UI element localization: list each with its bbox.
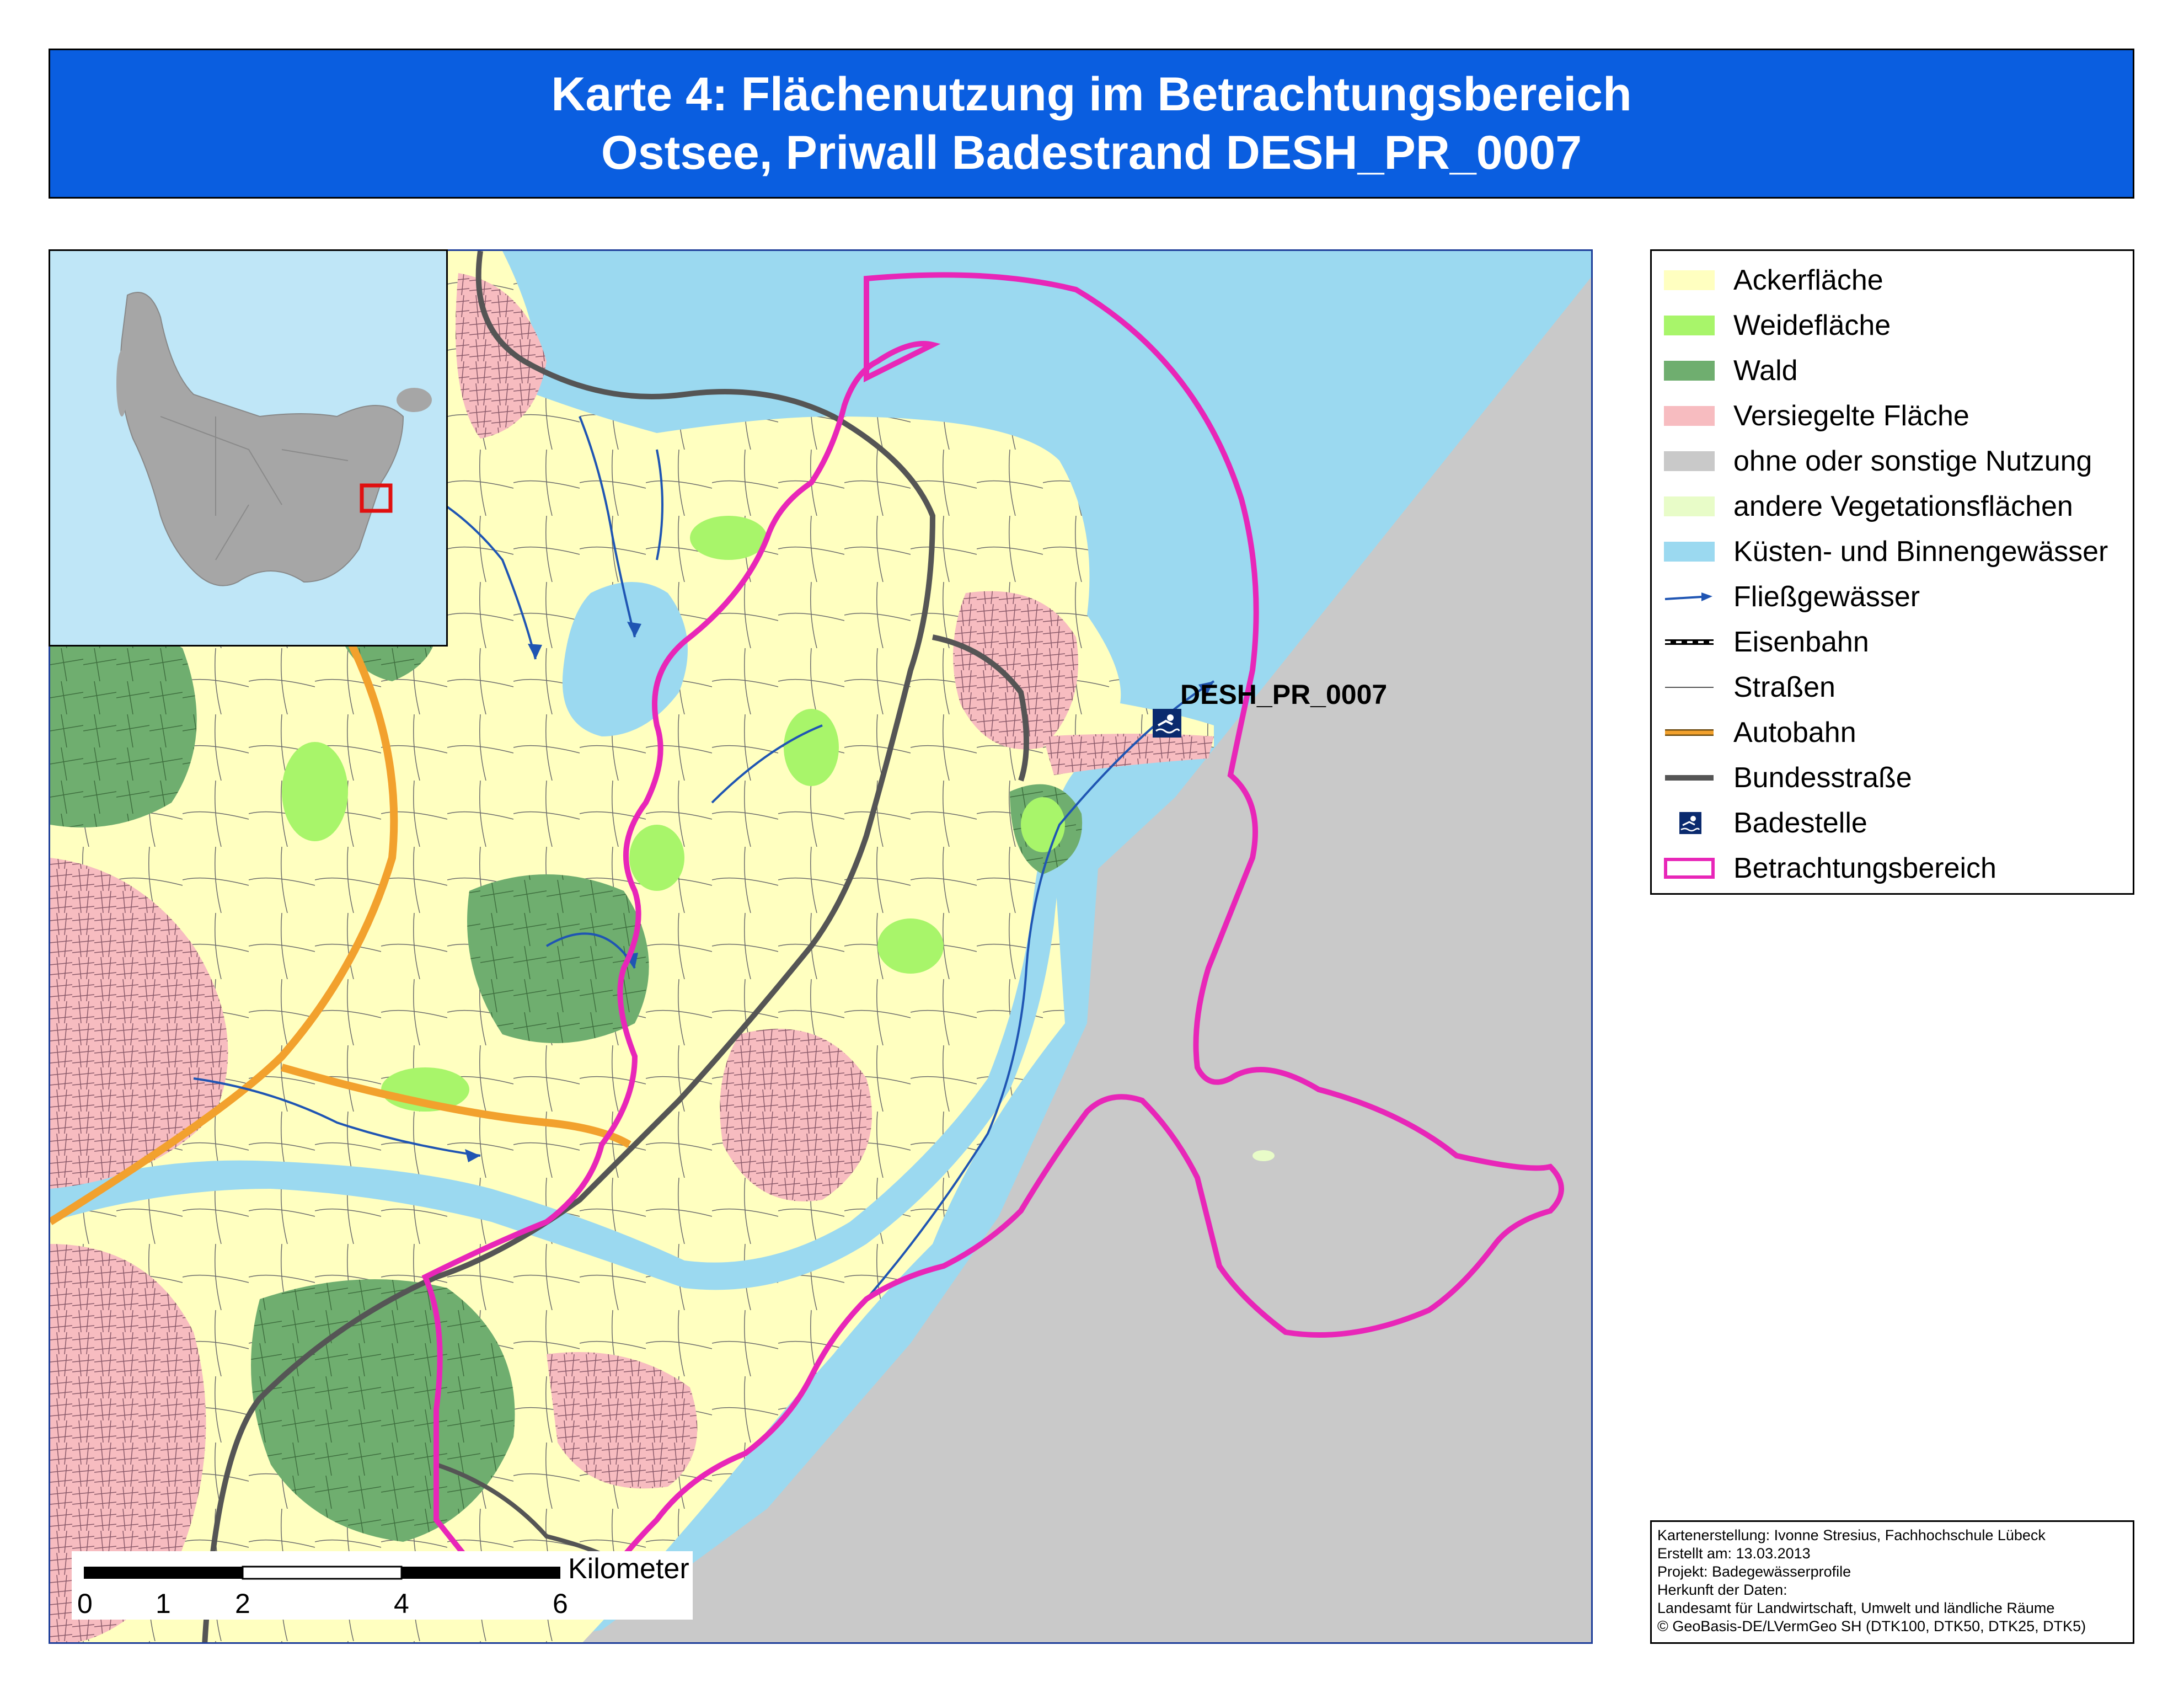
scale-unit-label: Kilometer bbox=[568, 1553, 689, 1585]
scale-tick-4: 4 bbox=[394, 1588, 409, 1619]
island-fehmarn bbox=[397, 388, 432, 412]
legend-label: Fließgewässer bbox=[1733, 581, 1920, 613]
overview-inset-map bbox=[49, 249, 448, 647]
small-island bbox=[1252, 1150, 1275, 1161]
legend-swatch-thin-line bbox=[1663, 675, 1716, 699]
legend-swatch-motorway bbox=[1663, 720, 1716, 745]
legend-label: Versiegelte Fläche bbox=[1733, 400, 1969, 432]
legend-label: Wald bbox=[1733, 355, 1798, 387]
legend-item: Autobahn bbox=[1663, 713, 1856, 752]
scale-tick-1: 1 bbox=[156, 1588, 171, 1619]
legend-swatch-bathing-icon bbox=[1663, 811, 1716, 835]
inset-canvas bbox=[116, 292, 432, 586]
legend-label: Küsten- und Binnengewässer bbox=[1733, 536, 2108, 568]
map-legend: Ackerfläche Weidefläche Wald Versiegelte Fl… bbox=[1650, 249, 2134, 895]
legend-item: Wald bbox=[1663, 351, 1798, 390]
legend-swatch-outline bbox=[1663, 856, 1716, 880]
legend-item: Badestelle bbox=[1663, 804, 1867, 842]
legend-swatch-fill bbox=[1663, 313, 1716, 338]
legend-swatch-fill bbox=[1663, 539, 1716, 564]
credit-line: Landesamt für Landwirtschaft, Umwelt und… bbox=[1657, 1600, 2055, 1616]
legend-item: Straßen bbox=[1663, 668, 1835, 707]
legend-label: Straßen bbox=[1733, 671, 1835, 703]
island-sylt bbox=[116, 350, 127, 416]
legend-item: andere Vegetationsflächen bbox=[1663, 487, 2073, 526]
legend-item: Betrachtungsbereich bbox=[1663, 849, 1996, 888]
legend-label: Bundesstraße bbox=[1733, 762, 1912, 794]
map-title-line-1: Karte 4: Flächenutzung im Betrachtungsbe… bbox=[551, 68, 1632, 121]
scale-tick-2: 2 bbox=[235, 1588, 250, 1619]
bathing-site-icon[interactable] bbox=[1153, 709, 1181, 738]
legend-item: Eisenbahn bbox=[1663, 623, 1869, 661]
legend-label: Badestelle bbox=[1733, 807, 1867, 839]
credit-line: Herkunft der Daten: bbox=[1657, 1582, 1787, 1598]
legend-item: ohne oder sonstige Nutzung bbox=[1663, 442, 2092, 480]
legend-label: Betrachtungsbereich bbox=[1733, 852, 1996, 884]
legend-swatch-railway bbox=[1663, 630, 1716, 654]
legend-swatch-river-arrow bbox=[1663, 585, 1716, 609]
credit-line: Kartenerstellung: Ivonne Stresius, Fachh… bbox=[1657, 1527, 2046, 1543]
legend-swatch-fill bbox=[1663, 494, 1716, 519]
scale-tick-0: 0 bbox=[77, 1588, 93, 1619]
legend-swatch-fill bbox=[1663, 404, 1716, 428]
credit-line: Erstellt am: 13.03.2013 bbox=[1657, 1545, 1811, 1562]
legend-label: ohne oder sonstige Nutzung bbox=[1733, 445, 2092, 477]
legend-swatch-thick-line bbox=[1663, 766, 1716, 790]
legend-item: Fließgewässer bbox=[1663, 578, 1920, 616]
legend-swatch-fill bbox=[1663, 449, 1716, 473]
legend-item: Bundesstraße bbox=[1663, 758, 1912, 797]
map-title-banner: Karte 4: Flächenutzung im Betrachtungsbe… bbox=[49, 49, 2134, 199]
forest-west bbox=[50, 623, 197, 827]
legend-label: Ackerfläche bbox=[1733, 264, 1883, 296]
legend-item: Versiegelte Fläche bbox=[1663, 397, 1969, 435]
legend-item: Küsten- und Binnengewässer bbox=[1663, 532, 2108, 571]
legend-label: andere Vegetationsflächen bbox=[1733, 490, 2073, 522]
scale-bar: Kilometer 0 1 2 4 6 bbox=[72, 1551, 693, 1620]
legend-swatch-fill bbox=[1663, 359, 1716, 383]
map-credits: Kartenerstellung: Ivonne Stresius, Fachh… bbox=[1650, 1520, 2134, 1644]
credit-line: Projekt: Badegewässerprofile bbox=[1657, 1563, 1851, 1580]
legend-swatch-fill bbox=[1663, 268, 1716, 292]
map-title-line-2: Ostsee, Priwall Badestrand DESH_PR_0007 bbox=[601, 126, 1582, 179]
bathing-site-label: DESH_PR_0007 bbox=[1180, 679, 1388, 710]
scale-tick-6: 6 bbox=[553, 1588, 568, 1619]
credit-line: © GeoBasis-DE/LVermGeo SH (DTK100, DTK50… bbox=[1657, 1618, 2086, 1634]
legend-label: Autobahn bbox=[1733, 717, 1856, 749]
legend-item: Weidefläche bbox=[1663, 306, 1891, 345]
legend-label: Eisenbahn bbox=[1733, 626, 1869, 658]
legend-item: Ackerfläche bbox=[1663, 261, 1883, 300]
legend-label: Weidefläche bbox=[1733, 309, 1891, 341]
schleswig-holstein-land bbox=[120, 292, 404, 586]
